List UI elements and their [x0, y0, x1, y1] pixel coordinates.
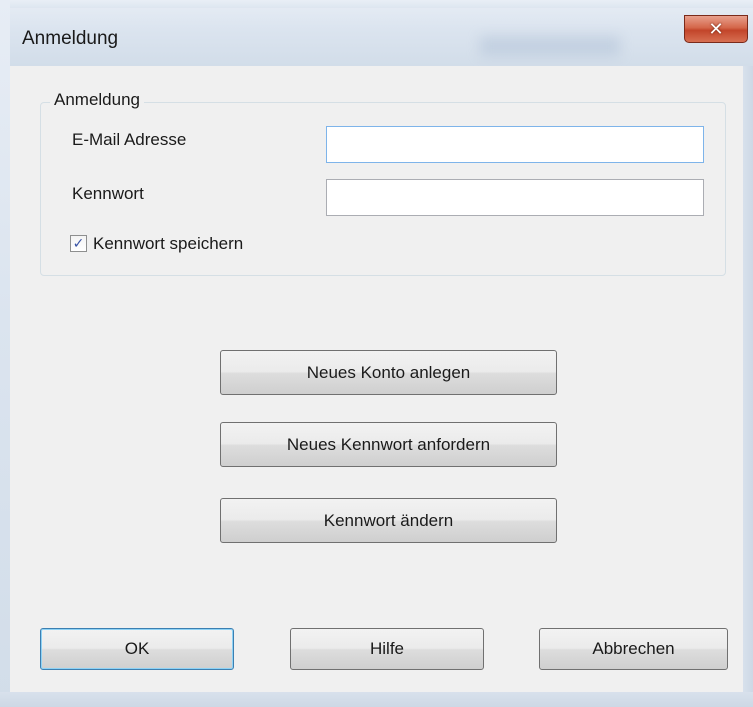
password-label: Kennwort [72, 184, 144, 203]
window-top-edge [0, 0, 753, 8]
close-icon: ✕ [708, 18, 724, 40]
window-title: Anmeldung [22, 28, 119, 49]
bottom-border [0, 692, 753, 707]
right-border [743, 66, 753, 707]
checkmark-icon: ✓ [72, 235, 85, 252]
email-field[interactable] [326, 126, 704, 163]
left-border [0, 0, 10, 707]
cancel-button[interactable]: Abbrechen [539, 628, 728, 670]
email-label: E-Mail Adresse [72, 130, 187, 149]
remember-password-checkbox[interactable]: ✓ [70, 235, 87, 252]
request-password-button[interactable]: Neues Kennwort anfordern [220, 422, 557, 467]
password-field[interactable] [326, 179, 704, 216]
title-bar-glass [480, 36, 620, 56]
new-account-button[interactable]: Neues Konto anlegen [220, 350, 557, 395]
groupbox-legend: Anmeldung [50, 90, 145, 110]
remember-password-label[interactable]: Kennwort speichern [93, 234, 243, 254]
help-button[interactable]: Hilfe [290, 628, 484, 670]
ok-button[interactable]: OK [40, 628, 234, 670]
dialog-window: Anmeldung ✕ Anmeldung E-Mail Adresse Ken… [0, 0, 753, 707]
close-button[interactable]: ✕ [684, 15, 748, 43]
title-bar: Anmeldung ✕ [0, 0, 753, 66]
change-password-button[interactable]: Kennwort ändern [220, 498, 557, 543]
